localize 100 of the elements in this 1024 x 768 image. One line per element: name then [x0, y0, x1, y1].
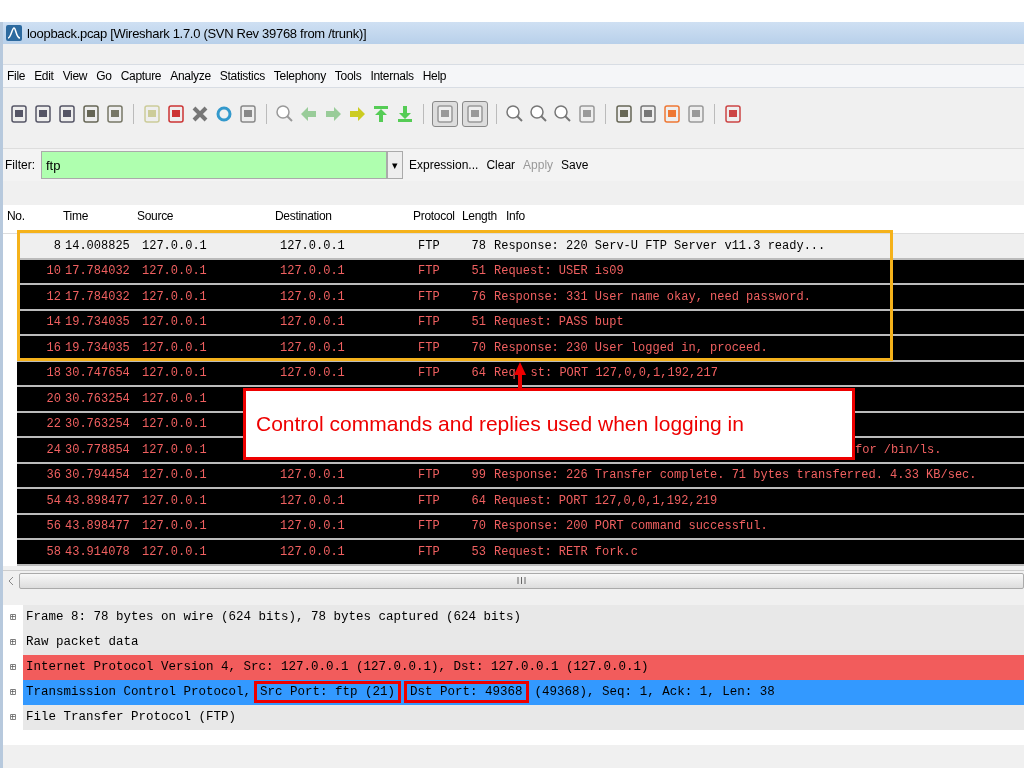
table-cell-text: FTP — [418, 315, 441, 330]
table-cell-text: 76 — [470, 289, 486, 304]
table-cell-text: 127.0.0.1 — [142, 519, 208, 534]
packet-row[interactable]: 10 17.784032 127.0.0.1 127.0.0.1 FTP 51 Request: USER is09 — [17, 259, 1024, 285]
table-cell-text: Request: USER is09 — [493, 264, 624, 279]
column-header[interactable]: Info — [506, 209, 525, 223]
table-cell: st: PORT 127,0,0,1,192,217 — [530, 366, 718, 381]
table-cell-text: FTP — [418, 493, 441, 508]
table-cell-text: 127.0.0.1 — [280, 264, 346, 279]
forward-icon[interactable] — [323, 104, 343, 124]
filter-action-link[interactable]: Expression... — [409, 158, 479, 172]
table-cell-text: Req — [493, 366, 516, 381]
table-cell-text: 19.734035 — [64, 315, 131, 330]
bottom-icon[interactable] — [395, 104, 415, 124]
menu-item[interactable]: Telephony — [273, 69, 326, 83]
packet-row[interactable]: 36 30.794454 127.0.0.1 127.0.0.1 FTP 99 Response: 226 Transfer complete. 71 bytes transferred. 4.33 KB/sec. — [17, 463, 1024, 489]
menu-item[interactable]: Statistics — [219, 69, 265, 83]
column-header[interactable]: Protocol — [413, 209, 455, 223]
detail-row[interactable]: ⊞ Internet Protocol Version 4, Src: 127.0.0.1 (127.0.0.1), Dst: 127.0.0.1 (127.0.0.1) — [3, 654, 1024, 680]
packet-row[interactable]: 18 30.747654 127.0.0.1 127.0.0.1 FTP 64 Req st: PORT 127,0,0,1,192,217 — [17, 361, 1024, 387]
table-cell-text: 127.0.0.1 — [280, 468, 346, 483]
grip-icon — [517, 576, 526, 585]
detail-text: Src Port: ftp (21) — [254, 681, 402, 703]
table-cell-text: 51 — [470, 264, 486, 279]
detail-row[interactable]: ⊞ Raw packet data — [3, 629, 1024, 655]
packet-row[interactable]: 58 43.914078 127.0.0.1 127.0.0.1 FTP 53 Request: RETR fork.c — [17, 540, 1024, 566]
table-cell-text: 127.0.0.1 — [280, 519, 346, 534]
menu-item[interactable]: Internals — [370, 69, 414, 83]
table-cell-text: 127.0.0.1 — [280, 544, 346, 559]
top-icon[interactable] — [371, 104, 391, 124]
scroll-left-icon[interactable] — [7, 575, 15, 586]
table-cell-text: Response: 230 User logged in, proceed. — [493, 340, 768, 355]
detail-row[interactable]: ⊞ Transmission Control Protocol, Src Port: ftp (21) Dst Port: 49368 (49368), Seq: 1, Ack: 1, Len: 38 — [3, 679, 1024, 705]
table-cell-text: 14.008825 — [64, 238, 131, 253]
menu-item[interactable]: Tools — [334, 69, 362, 83]
table-cell-text: 30.747654 — [64, 366, 131, 381]
menu-item[interactable]: Help — [422, 69, 447, 83]
table-cell-text: FTP — [418, 519, 441, 534]
menu-item[interactable]: Capture — [120, 69, 162, 83]
packet-row[interactable]: 54 43.898477 127.0.0.1 127.0.0.1 FTP 64 Request: PORT 127,0,0,1,192,219 — [17, 489, 1024, 515]
filter-action-link[interactable]: Clear — [486, 158, 516, 172]
table-cell-text: Response: 331 User name okay, need password. — [493, 289, 811, 304]
packet-row[interactable]: 56 43.898477 127.0.0.1 127.0.0.1 FTP 70 Response: 200 PORT command successful. — [17, 514, 1024, 540]
callout-tooltip: Control commands and replies used when logging in — [243, 388, 855, 460]
table-cell-text: 127.0.0.1 — [142, 264, 208, 279]
table-cell-text: 127.0.0.1 — [142, 391, 208, 406]
table-cell-text: 127.0.0.1 — [142, 315, 208, 330]
table-cell-text: 8 — [52, 238, 61, 253]
packet-row[interactable]: 8 14.008825 127.0.0.1 127.0.0.1 FTP 78 Response: 220 Serv-U FTP Server v11.3 ready... — [17, 234, 1024, 260]
menu-item[interactable]: View — [62, 69, 88, 83]
expand-toggle[interactable]: ⊞ — [3, 679, 23, 705]
table-cell-text: 56 — [45, 519, 61, 534]
expand-toggle[interactable]: ⊞ — [3, 604, 23, 630]
table-cell-text: FTP — [418, 340, 441, 355]
table-cell-text: 70 — [470, 519, 486, 534]
scrollbar-thumb[interactable] — [19, 572, 1024, 589]
table-cell-text: 30.794454 — [64, 468, 131, 483]
column-header[interactable]: Source — [137, 209, 174, 223]
close-icon[interactable] — [190, 104, 210, 124]
table-cell-text: 127.0.0.1 — [280, 238, 346, 253]
table-cell-text: 58 — [45, 544, 61, 559]
horizontal-scrollbar[interactable] — [3, 569, 1024, 591]
table-cell-text: 70 — [470, 340, 486, 355]
dropdown-button[interactable]: ▾ — [387, 151, 403, 179]
packet-row[interactable]: 14 19.734035 127.0.0.1 127.0.0.1 FTP 51 Request: PASS bupt — [17, 310, 1024, 336]
table-cell-text: 30.763254 — [64, 417, 131, 432]
expand-toggle[interactable]: ⊞ — [3, 704, 23, 730]
expand-toggle[interactable]: ⊞ — [3, 654, 23, 680]
filter-field[interactable]: ftp — [41, 151, 387, 179]
window-title: loopback.pcap [Wireshark 1.7.0 (SVN Rev 39768 from /trunk)] — [27, 25, 367, 41]
packet-row[interactable]: 12 17.784032 127.0.0.1 127.0.0.1 FTP 76 Response: 331 User name okay, need password. — [17, 285, 1024, 311]
table-cell-text: Response: 200 PORT command successful. — [493, 519, 768, 534]
column-header[interactable]: Time — [63, 209, 89, 223]
menu-item[interactable]: Analyze — [170, 69, 211, 83]
table-cell-text: FTP — [418, 264, 441, 279]
table-cell-text: 127.0.0.1 — [142, 442, 208, 457]
table-cell-text: 127.0.0.1 — [280, 315, 346, 330]
search-icon[interactable] — [275, 104, 295, 124]
detail-text: Raw packet data — [25, 635, 140, 649]
menu-item[interactable]: File — [7, 69, 26, 83]
table-cell-text: 10 — [45, 264, 61, 279]
table-cell-text: 43.898477 — [64, 493, 131, 508]
menu-item[interactable]: Go — [96, 69, 112, 83]
menu-item[interactable]: Edit — [34, 69, 54, 83]
detail-text: (49368), Seq: 1, Ack: 1, Len: 38 — [533, 685, 776, 699]
table-cell-text: 127.0.0.1 — [142, 493, 208, 508]
column-header[interactable]: Destination — [275, 209, 332, 223]
autoscroll-toggle[interactable] — [462, 101, 488, 127]
detail-row[interactable]: ⊞ Frame 8: 78 bytes on wire (624 bits), 78 bytes captured (624 bits) — [3, 604, 1024, 630]
table-cell-text: 18 — [45, 366, 61, 381]
table-cell-text: Request: RETR fork.c — [493, 544, 639, 559]
expand-toggle[interactable]: ⊞ — [3, 629, 23, 655]
column-header[interactable]: No. — [7, 209, 25, 223]
table-cell-text: 127.0.0.1 — [142, 289, 208, 304]
column-header[interactable]: Length — [462, 209, 497, 223]
app-icon — [5, 24, 23, 42]
table-cell-text: FTP — [418, 468, 441, 483]
filter-action-link[interactable]: Save — [561, 158, 589, 172]
detail-row[interactable]: ⊞ File Transfer Protocol (FTP) — [3, 704, 1024, 730]
colorize-toggle[interactable] — [432, 101, 458, 127]
